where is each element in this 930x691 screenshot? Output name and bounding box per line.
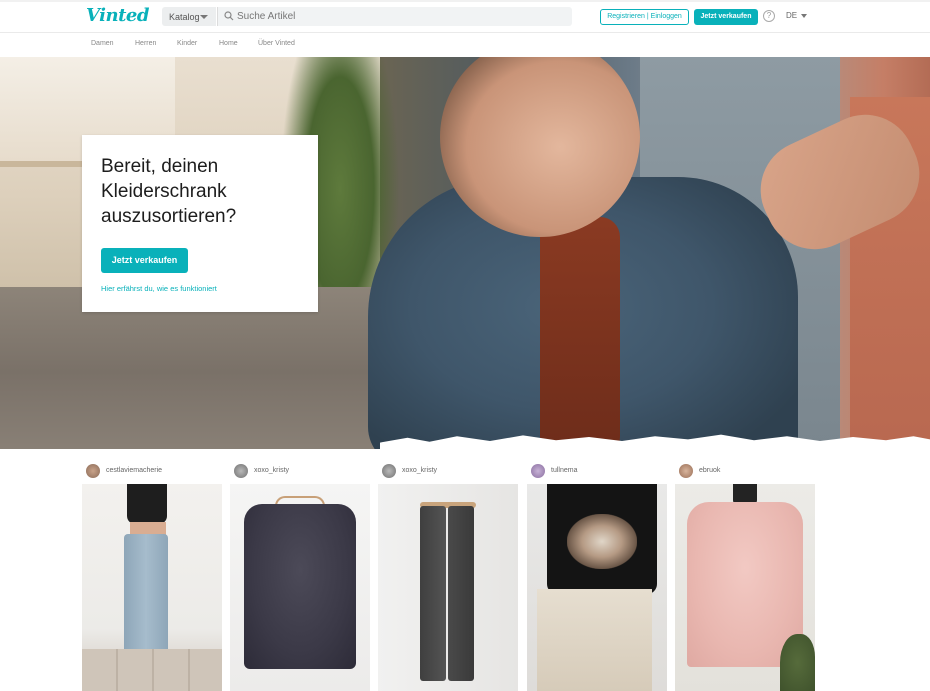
username[interactable]: xoxo_kristy [402,467,437,474]
listing-photo[interactable] [675,484,815,691]
listing-user[interactable]: ebruok [679,464,819,478]
avatar[interactable] [531,464,545,478]
photo-detail [82,649,222,691]
avatar[interactable] [86,464,100,478]
chevron-down-icon [200,15,208,19]
top-border [0,0,930,2]
search-input[interactable] [237,9,557,24]
hero-headline: Bereit, deinen Kleiderschrank auszusorti… [101,156,237,227]
language-selector[interactable]: DE [786,11,808,20]
search-bar [217,7,572,26]
photo-detail [420,506,446,681]
photo-detail [124,534,168,654]
listing-photo[interactable] [82,484,222,691]
register-login-button[interactable]: Registrieren | Einloggen [600,9,689,25]
photo-detail [448,506,474,681]
avatar[interactable] [679,464,693,478]
catalog-dropdown[interactable]: Katalog [162,7,216,26]
nav-item-kinder[interactable]: Kinder [177,40,197,47]
catalog-label: Katalog [169,12,200,22]
top-header: Vinted Katalog Registrieren | Einloggen … [0,0,930,33]
hero-person-shirt [540,217,620,449]
listing-user[interactable]: xoxo_kristy [234,464,374,478]
avatar[interactable] [382,464,396,478]
how-it-works-link[interactable]: Hier erfährst du, wie es funktioniert [101,284,217,293]
listing-photo[interactable] [378,484,518,691]
avatar[interactable] [234,464,248,478]
search-icon [224,11,234,21]
nav-item-home[interactable]: Home [219,40,238,47]
photo-detail [244,504,356,669]
sell-now-button[interactable]: Jetzt verkaufen [694,9,758,25]
nav-item-herren[interactable]: Herren [135,40,156,47]
username[interactable]: tullnema [551,467,577,474]
nav-item-damen[interactable]: Damen [91,40,114,47]
listing-user[interactable]: tullnema [531,464,671,478]
hero-sell-now-button[interactable]: Jetzt verkaufen [101,248,188,273]
username[interactable]: cestlaviemacherie [106,467,162,474]
listing-photo[interactable] [527,484,667,691]
username[interactable]: ebruok [699,467,720,474]
listing-user[interactable]: cestlaviemacherie [86,464,226,478]
photo-detail [537,589,652,691]
photo-detail [567,514,637,569]
vinted-logo[interactable]: Vinted [86,5,149,26]
photo-detail [127,484,167,524]
listing-user[interactable]: xoxo_kristy [382,464,522,478]
listing-photo[interactable] [230,484,370,691]
help-icon[interactable]: ? [763,10,775,22]
chevron-down-icon [801,13,808,18]
language-label: DE [786,11,798,20]
photo-detail [780,634,815,691]
username[interactable]: xoxo_kristy [254,467,289,474]
nav-item-ueber-vinted[interactable]: Über Vinted [258,40,295,47]
hero-card: Bereit, deinen Kleiderschrank auszusorti… [82,135,318,312]
category-nav: Damen Herren Kinder Home Über Vinted [0,34,930,57]
